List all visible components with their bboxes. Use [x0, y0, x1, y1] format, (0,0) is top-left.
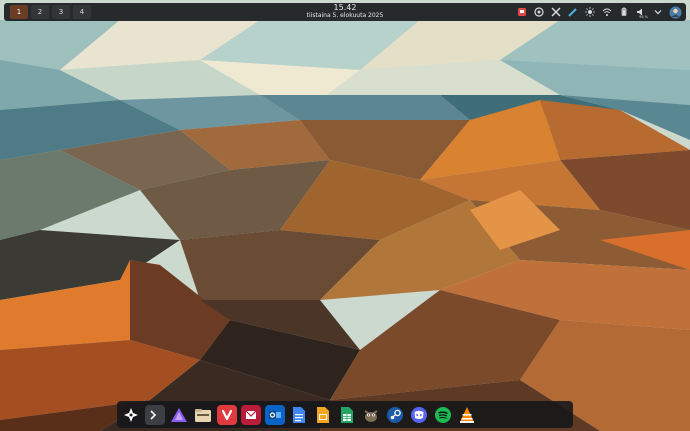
terminal-icon[interactable] [145, 404, 165, 425]
battery-icon[interactable] [617, 5, 631, 19]
spotify-icon[interactable] [433, 405, 453, 425]
vivaldi-icon[interactable] [217, 404, 237, 425]
steam-icon[interactable] [385, 405, 405, 425]
file-manager-icon[interactable] [193, 405, 213, 425]
outlook-icon[interactable] [265, 404, 285, 425]
brightness-icon[interactable] [583, 5, 597, 19]
app-dock [117, 401, 573, 428]
launcher-icon[interactable] [121, 405, 141, 425]
slides-icon[interactable] [313, 405, 333, 425]
vlc-icon[interactable] [457, 405, 477, 425]
desktop-wallpaper [0, 0, 690, 431]
discord-icon[interactable] [409, 405, 429, 425]
top-panel: 1 2 3 4 15.42 tiistaina 5. elokuuta 2025 [4, 3, 686, 21]
protonvpn-icon[interactable] [169, 405, 189, 425]
sheets-icon[interactable] [337, 405, 357, 425]
pen-icon[interactable] [566, 5, 580, 19]
wifi-icon[interactable] [600, 5, 614, 19]
todo-red-icon[interactable] [515, 5, 529, 19]
chevron-down-icon[interactable] [651, 5, 665, 19]
kde-connect-icon[interactable] [549, 5, 563, 19]
gimp-icon[interactable] [361, 405, 381, 425]
user-avatar-icon[interactable] [668, 5, 682, 19]
system-tray [515, 5, 682, 19]
battery-percent-label: 98 % [639, 15, 648, 19]
toolbox-icon[interactable] [532, 5, 546, 19]
docs-icon[interactable] [289, 405, 309, 425]
mail-client-icon[interactable] [241, 404, 261, 425]
